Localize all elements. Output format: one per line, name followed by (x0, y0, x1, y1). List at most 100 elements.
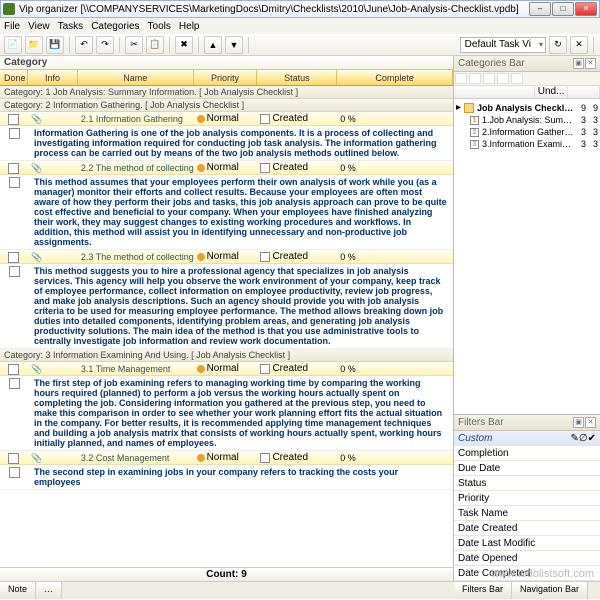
done-checkbox[interactable] (0, 126, 28, 160)
note-text: The first step of job examining refers t… (28, 376, 453, 450)
delete-button[interactable]: ✖ (175, 36, 193, 54)
new-button[interactable]: 📄 (4, 36, 22, 54)
info-cell: 📎 (28, 451, 78, 464)
filter-due[interactable]: Due Date (454, 461, 600, 476)
tree-node[interactable]: 3 3.Information Examining And U 33 (456, 138, 598, 150)
cat-edit-button[interactable] (469, 73, 481, 84)
task-row[interactable]: 📎 2.2 The method of collecting Normal Cr… (0, 161, 453, 175)
category-columns: Und... (454, 86, 600, 99)
menu-file[interactable]: File (4, 21, 20, 32)
minimize-button[interactable]: – (529, 2, 551, 16)
status-cell: Created (257, 250, 337, 263)
cat-new-button[interactable] (455, 73, 467, 84)
done-checkbox[interactable] (0, 112, 28, 125)
name-cell: 3.1 Time Management (78, 362, 194, 375)
pencil-icon[interactable]: ✎ (571, 431, 579, 445)
col-complete[interactable]: Complete (337, 70, 453, 85)
task-row[interactable]: 📎 3.2 Cost Management Normal Created 0 % (0, 451, 453, 465)
menu-tools[interactable]: Tools (148, 21, 171, 32)
col-priority[interactable]: Priority (194, 70, 258, 85)
close-view-button[interactable]: ✕ (570, 36, 588, 54)
movedown-button[interactable]: ▼ (225, 36, 243, 54)
done-checkbox[interactable] (0, 376, 28, 450)
done-checkbox[interactable] (0, 161, 28, 174)
tab-navigation[interactable]: Navigation Bar (512, 582, 588, 599)
clear-icon[interactable]: ∅ (579, 431, 588, 445)
col-status[interactable]: Status (257, 70, 337, 85)
cat-down-button[interactable] (511, 73, 523, 84)
filter-status[interactable]: Status (454, 476, 600, 491)
col-done[interactable]: Done (0, 70, 28, 85)
info-cell: 📎 (28, 161, 78, 174)
refresh-button[interactable]: ↻ (549, 36, 567, 54)
close-button[interactable]: ✕ (575, 2, 597, 16)
pin-icon[interactable]: ▣ (573, 417, 584, 428)
done-checkbox[interactable] (0, 451, 28, 464)
categories-toolbar (454, 72, 600, 86)
done-checkbox[interactable] (0, 250, 28, 263)
col-x[interactable] (568, 86, 600, 98)
tree-label: Job Analysis Checklist (477, 103, 574, 113)
group-row[interactable]: Category: 3 Information Examining And Us… (0, 349, 453, 362)
window-title: Vip organizer [\\COMPANYSERVICES\Marketi… (19, 4, 529, 15)
tree-node[interactable]: 1 1.Job Analysis: Summary Inforr 33 (456, 114, 598, 126)
note-text: Information Gathering is one of the job … (28, 126, 453, 160)
filter-created[interactable]: Date Created (454, 521, 600, 536)
separator-icon (593, 37, 594, 53)
filter-custom[interactable]: Custom✎∅✔ (454, 431, 600, 446)
cat-del-button[interactable] (483, 73, 495, 84)
col-name[interactable]: Name (78, 70, 194, 85)
tab-ellipsis[interactable]: … (36, 582, 62, 599)
task-row[interactable]: 📎 2.1 Information Gathering Normal Creat… (0, 112, 453, 126)
cut-button[interactable]: ✂ (125, 36, 143, 54)
separator-icon (198, 37, 199, 53)
done-checkbox[interactable] (0, 465, 28, 489)
task-row[interactable]: 📎 2.3 The method of collecting Normal Cr… (0, 250, 453, 264)
group-row[interactable]: Category: 2 Information Gathering. [ Job… (0, 99, 453, 112)
filter-taskname[interactable]: Task Name (454, 506, 600, 521)
pin-icon[interactable]: ▣ (573, 58, 584, 69)
window-buttons: – □ ✕ (529, 2, 597, 16)
menu-help[interactable]: Help (179, 21, 200, 32)
tree-node[interactable]: 2 2.Information Gathering. 33 (456, 126, 598, 138)
done-checkbox[interactable] (0, 175, 28, 249)
redo-button[interactable]: ↷ (96, 36, 114, 54)
moveup-button[interactable]: ▲ (204, 36, 222, 54)
task-row[interactable]: 📎 3.1 Time Management Normal Created 0 % (0, 362, 453, 376)
note-row: The first step of job examining refers t… (0, 376, 453, 451)
undo-button[interactable]: ↶ (75, 36, 93, 54)
menu-categories[interactable]: Categories (91, 21, 139, 32)
folder-icon (464, 103, 474, 113)
priority-cell: Normal (194, 161, 258, 174)
info-cell: 📎 (28, 362, 78, 375)
col-und[interactable]: Und... (535, 86, 569, 98)
menu-view[interactable]: View (28, 21, 50, 32)
filter-modified[interactable]: Date Last Modific (454, 536, 600, 551)
col-info[interactable]: Info (28, 70, 78, 85)
view-dropdown[interactable]: Default Task Vi (460, 37, 546, 53)
done-checkbox[interactable] (0, 264, 28, 348)
save-button[interactable]: 💾 (46, 36, 64, 54)
open-button[interactable]: 📁 (25, 36, 43, 54)
tab-note[interactable]: Note (0, 582, 36, 599)
filter-opened[interactable]: Date Opened (454, 551, 600, 566)
apply-icon[interactable]: ✔ (588, 431, 596, 445)
filter-completion[interactable]: Completion (454, 446, 600, 461)
maximize-button[interactable]: □ (552, 2, 574, 16)
tab-filters[interactable]: Filters Bar (454, 582, 512, 599)
main-grid-pane: Category Done Info Name Priority Status … (0, 56, 454, 581)
menu-tasks[interactable]: Tasks (58, 21, 84, 32)
close-panel-icon[interactable]: ✕ (585, 58, 596, 69)
filter-priority[interactable]: Priority (454, 491, 600, 506)
done-checkbox[interactable] (0, 362, 28, 375)
cat-up-button[interactable] (497, 73, 509, 84)
copy-button[interactable]: 📋 (146, 36, 164, 54)
name-cell: 2.1 Information Gathering (78, 112, 194, 125)
close-panel-icon[interactable]: ✕ (585, 417, 596, 428)
note-row: Information Gathering is one of the job … (0, 126, 453, 161)
group-row[interactable]: Category: 1 Job Analysis: Summary Inform… (0, 86, 453, 99)
tree-root[interactable]: ▸ Job Analysis Checklist 99 (456, 101, 598, 114)
category-tree: ▸ Job Analysis Checklist 99 1 1.Job Anal… (454, 99, 600, 414)
right-pane: Categories Bar ▣ ✕ Und... ▸ Job Analysis… (454, 56, 600, 581)
separator-icon (69, 37, 70, 53)
